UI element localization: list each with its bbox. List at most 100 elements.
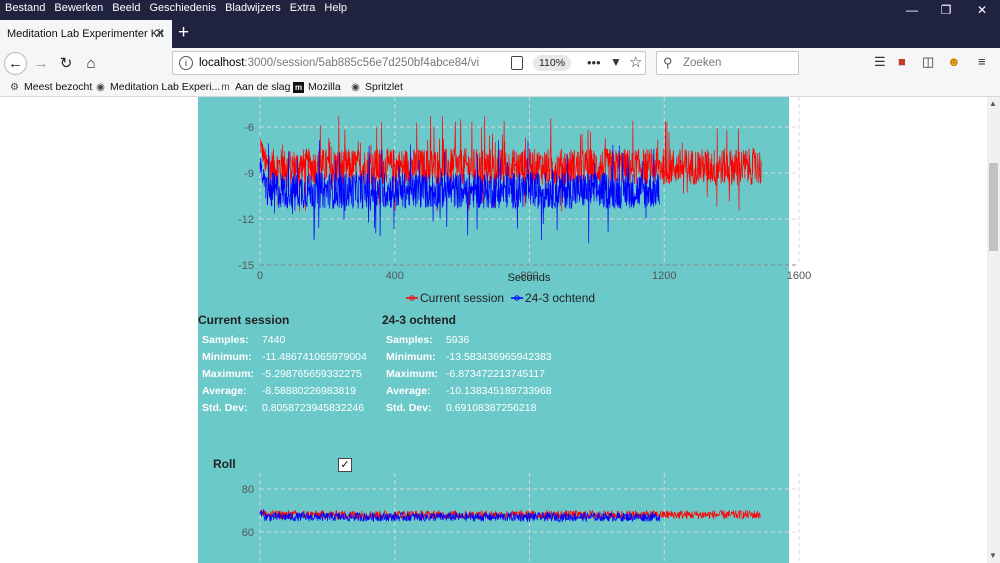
stat-label: Average: [202, 384, 247, 397]
gear-icon: ⚙ [10, 81, 19, 93]
site-info-icon[interactable]: i [179, 56, 193, 70]
x-tick-label: 1200 [652, 270, 676, 282]
legend[interactable]: Current session 24-3 ochtend [406, 291, 595, 305]
tab-title: Meditation Lab Experimenter Kit [7, 28, 164, 40]
search-bar[interactable]: ⚲ Zoeken [656, 51, 799, 75]
reload-icon[interactable]: ↻ [55, 52, 77, 74]
bookmark-label: Mozilla [308, 81, 341, 93]
bookmark-spritzlet[interactable]: ◉ Spritzlet [350, 81, 403, 93]
stat-value: -5.298765659332275 [261, 367, 362, 380]
vertical-scrollbar[interactable]: ▲ ▼ [987, 97, 1000, 563]
stat-value: -10.138345189733968 [445, 384, 552, 397]
stat-value: 0.69108387256218 [445, 401, 537, 414]
zoom-level-badge[interactable]: 110% [533, 55, 572, 71]
stats-table: Samples: 7440 Minimum: -11.486741065979004… [198, 333, 371, 418]
x-tick-label: 0 [257, 270, 263, 282]
menu-bar: Bestand Bewerken Beeld Geschiedenis Blad… [0, 0, 1000, 20]
stat-label: Std. Dev: [202, 401, 248, 414]
scroll-up-icon[interactable]: ▲ [989, 99, 997, 108]
page-actions-icon[interactable]: ••• [587, 55, 601, 70]
nav-toolbar: ← → ↻ ⌂ i localhost:3000/session/5ab885c… [0, 48, 1000, 78]
stat-label: Std. Dev: [386, 401, 432, 414]
stat-value: 5936 [445, 333, 470, 346]
stats-title: 24-3 ochtend [382, 313, 457, 327]
stat-label: Average: [386, 384, 431, 397]
chart-series [259, 509, 761, 523]
menu-bewerken[interactable]: Bewerken [54, 2, 103, 14]
bookmark-meditation-lab[interactable]: ◉ Meditation Lab Experi... [95, 81, 220, 93]
chart-main: -6-9-12-150 400 800 1200 1600 Seconds Curren… [238, 97, 811, 305]
y-tick-label: -12 [238, 214, 254, 226]
stat-value: -11.486741065979004 [261, 350, 367, 363]
stats-24-3-ochtend: 24-3 ochtend Samples: 5936 Minimum: -13.58… [382, 313, 556, 418]
stat-label: Minimum: [202, 350, 252, 363]
x-tick-label: 1600 [787, 270, 811, 282]
stat-value: 7440 [261, 333, 286, 346]
url-host: localhost [199, 57, 245, 69]
bookmark-most-visited[interactable]: ⚙ Meest bezocht [9, 81, 92, 93]
menu-help[interactable]: Help [324, 2, 347, 14]
stats-table: Samples: 5936 Minimum: -13.583436965942383… [382, 333, 556, 418]
stat-label: Maximum: [202, 367, 254, 380]
bookmark-label: Aan de slag [235, 81, 291, 93]
stat-label: Minimum: [386, 350, 436, 363]
stat-label: Samples: [386, 333, 433, 346]
stats-title: Current session [198, 313, 290, 327]
bookmarks-toolbar: ⚙ Meest bezocht ◉ Meditation Lab Experi...… [0, 78, 1000, 97]
sidebar-icon[interactable]: ◫ [922, 54, 934, 70]
roll-section-title: Roll [213, 457, 236, 471]
menu-bestand[interactable]: Bestand [5, 2, 45, 14]
chart-series [259, 116, 762, 244]
stats-current-session: Current session Samples: 7440 Minimum: -11… [198, 313, 371, 418]
profile-avatar-icon[interactable]: ☻ [947, 54, 961, 69]
stat-value: -8.58880226983819 [261, 384, 356, 397]
menu-beeld[interactable]: Beeld [112, 2, 140, 14]
pocket-icon[interactable]: ▼ [610, 55, 622, 69]
minimize-icon[interactable]: — [895, 0, 929, 20]
stat-value: 0.8058723945832246 [261, 401, 365, 414]
stat-label: Maximum: [386, 367, 438, 380]
home-icon[interactable]: ⌂ [80, 52, 102, 74]
browser-window: Bestand Bewerken Beeld Geschiedenis Blad… [0, 0, 1000, 563]
url-bar[interactable]: i localhost:3000/session/5ab885c56e7d250… [172, 51, 646, 75]
menu-bladwijzers[interactable]: Bladwijzers [225, 2, 281, 14]
globe-icon: ◉ [351, 81, 360, 93]
back-arrow-icon[interactable]: ← [4, 52, 27, 75]
menu-extra[interactable]: Extra [290, 2, 316, 14]
scrollbar-thumb[interactable] [989, 163, 998, 251]
roll-checkbox[interactable]: ✓ [338, 458, 352, 472]
stat-value: -6.873472213745117 [445, 367, 546, 380]
y-tick-label: -15 [238, 260, 254, 272]
new-tab-icon[interactable]: + [178, 22, 189, 44]
close-window-icon[interactable]: ✕ [965, 0, 999, 20]
menu-geschiedenis[interactable]: Geschiedenis [149, 2, 216, 14]
stat-value: -13.583436965942383 [445, 350, 552, 363]
y-tick-label: 80 [242, 484, 254, 496]
url-text[interactable]: localhost:3000/session/5ab885c56e7d250bf… [199, 57, 479, 69]
globe-icon: ◉ [96, 81, 105, 93]
mozilla-m-icon: m [221, 81, 230, 93]
legend-label-other[interactable]: 24-3 ochtend [525, 291, 595, 305]
bookmark-star-icon[interactable]: ☆ [629, 53, 642, 71]
y-tick-label: -6 [244, 122, 254, 134]
restore-icon[interactable]: ❐ [929, 0, 963, 20]
forward-arrow-icon[interactable]: → [30, 52, 52, 74]
scroll-down-icon[interactable]: ▼ [989, 551, 997, 560]
stat-label: Samples: [202, 333, 249, 346]
tab-meditation-lab[interactable]: Meditation Lab Experimenter Kit ✕ [0, 20, 172, 48]
url-path: :3000/session/5ab885c56e7d250bf4abce84/v… [244, 57, 479, 69]
search-icon: ⚲ [663, 55, 673, 70]
bookmark-label: Meest bezocht [24, 81, 93, 93]
reader-view-icon[interactable] [511, 56, 523, 70]
library-icon[interactable]: ☰ [874, 54, 886, 70]
tab-close-icon[interactable]: ✕ [155, 26, 165, 40]
page-content: -6 -9 -12 -15 0 400 800 1200 1600 Seconds Curren… [0, 97, 987, 563]
bookmark-mozilla[interactable]: m Mozilla [293, 81, 341, 93]
mozilla-logo-icon: m [293, 81, 304, 93]
bookmark-aan-de-slag[interactable]: m Aan de slag [220, 81, 290, 93]
chart-roll: 80 60 [242, 473, 800, 563]
hamburger-menu-icon[interactable]: ≡ [978, 54, 986, 69]
bookmark-label: Meditation Lab Experi... [110, 81, 221, 93]
extension-icon[interactable]: ■ [898, 54, 906, 69]
legend-label-current[interactable]: Current session [420, 291, 504, 305]
